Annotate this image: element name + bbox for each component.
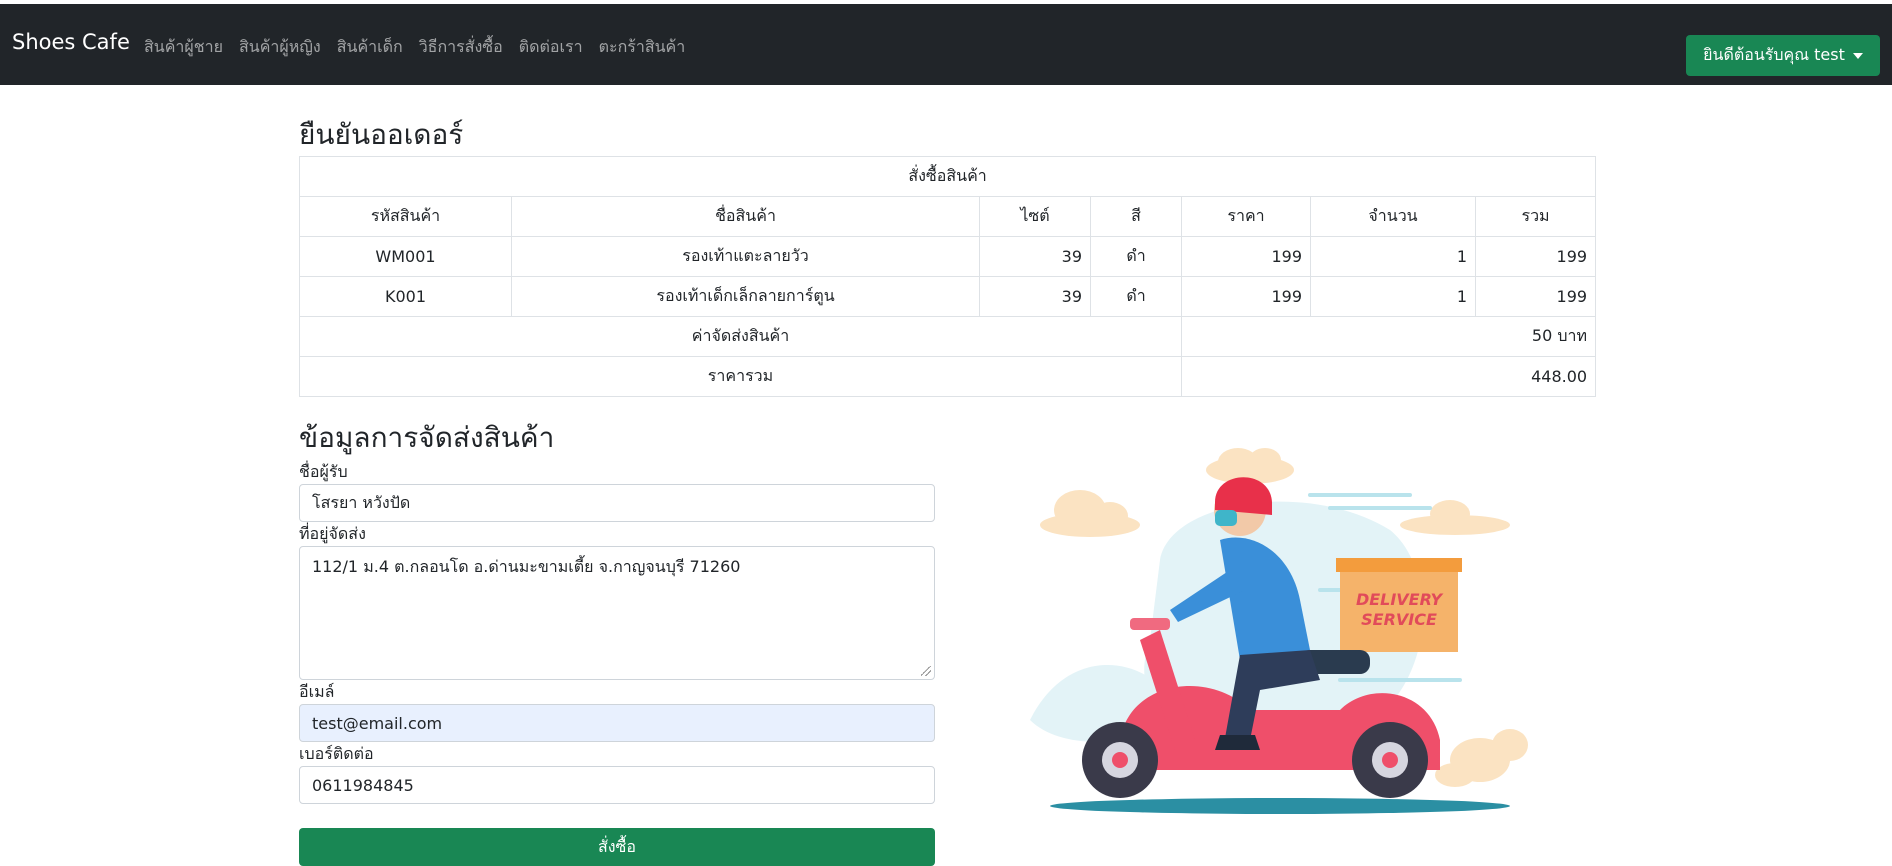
address-value: 112/1 ม.4 ต.กลอนโด อ.ด่านมะขามเตี้ย จ.กา…	[312, 557, 741, 576]
email-value: test@email.com	[312, 713, 443, 733]
nav-links: สินค้าผู้ชาย สินค้าผู้หญิง สินค้าเด็ก วิ…	[144, 35, 685, 60]
header-total: รวม	[1474, 196, 1597, 237]
resize-handle-icon[interactable]	[921, 666, 931, 676]
shipping-fee-label: ค่าจัดส่งสินค้า	[299, 316, 1182, 357]
nav-link-women[interactable]: สินค้าผู้หญิง	[239, 35, 321, 60]
phone-value: 0611984845	[312, 775, 414, 795]
header-size: ไซต์	[979, 196, 1091, 237]
grand-total-value: 448.00	[1180, 356, 1597, 397]
phone-input[interactable]: 0611984845	[299, 766, 935, 804]
brand-logo[interactable]: Shoes Cafe	[12, 30, 130, 54]
cell-total: 199	[1474, 236, 1597, 277]
nav-link-men[interactable]: สินค้าผู้ชาย	[144, 35, 223, 60]
nav-link-how-to-order[interactable]: วิธีการสั่งซื้อ	[419, 35, 503, 60]
table-caption: สั่งซื้อสินค้า	[298, 156, 1597, 197]
cell-color: ดำ	[1090, 276, 1182, 317]
phone-label: เบอร์ติดต่อ	[299, 744, 374, 763]
nav-link-contact[interactable]: ติดต่อเรา	[519, 35, 583, 60]
email-input[interactable]: test@email.com	[299, 704, 935, 742]
table-row: WM001 รองเท้าแตะลายวัว 39 ดำ 199 1 199	[299, 236, 1597, 277]
order-table: สั่งซื้อสินค้า รหัสสินค้า ชื่อสินค้า ไซต…	[298, 156, 1597, 397]
header-product-code: รหัสสินค้า	[299, 196, 512, 237]
cell-size: 39	[979, 276, 1091, 317]
box-text-line2: SERVICE	[1361, 610, 1437, 629]
user-dropdown-button[interactable]: ยินดีต้อนรับคุณ test	[1686, 35, 1880, 76]
header-product-name: ชื่อสินค้า	[511, 196, 980, 237]
shipping-section-title: ข้อมูลการจัดส่งสินค้า	[299, 421, 555, 454]
recipient-name-input[interactable]: โสรยา หวังปัด	[299, 484, 935, 522]
address-label: ที่อยู่จัดส่ง	[299, 524, 366, 543]
cell-size: 39	[979, 236, 1091, 277]
cell-product-code: WM001	[299, 236, 512, 277]
grand-total-label: ราคารวม	[299, 356, 1182, 397]
recipient-name-value: โสรยา หวังปัด	[312, 492, 411, 512]
nav-link-kids[interactable]: สินค้าเด็ก	[337, 35, 403, 60]
grand-total-row: ราคารวม 448.00	[299, 356, 1597, 397]
page-title: ยืนยันออเดอร์	[299, 118, 464, 151]
address-textarea[interactable]: 112/1 ม.4 ต.กลอนโด อ.ด่านมะขามเตี้ย จ.กา…	[299, 546, 935, 680]
navbar: Shoes Cafe สินค้าผู้ชาย สินค้าผู้หญิง สิ…	[0, 4, 1892, 85]
box-text-line1: DELIVERY	[1356, 590, 1444, 609]
caret-down-icon	[1852, 52, 1863, 59]
shipping-fee-row: ค่าจัดส่งสินค้า 50 บาท	[299, 316, 1597, 357]
cell-product-name: รองเท้าแตะลายวัว	[511, 236, 980, 277]
cell-quantity: 1	[1310, 236, 1476, 277]
header-color: สี	[1090, 196, 1182, 237]
cell-quantity: 1	[1310, 276, 1476, 317]
cell-color: ดำ	[1090, 236, 1182, 277]
header-quantity: จำนวน	[1310, 196, 1476, 237]
cell-total: 199	[1474, 276, 1597, 317]
table-row: K001 รองเท้าเด็กเล็กลายการ์ตูน 39 ดำ 199…	[299, 276, 1597, 317]
nav-link-cart[interactable]: ตะกร้าสินค้า	[599, 35, 686, 60]
shipping-form: ชื่อผู้รับ โสรยา หวังปัด ที่อยู่จัดส่ง 1…	[299, 460, 935, 804]
table-header-row: รหัสสินค้า ชื่อสินค้า ไซต์ สี ราคา จำนวน…	[299, 196, 1597, 237]
table-caption-row: สั่งซื้อสินค้า	[298, 156, 1597, 197]
user-dropdown-label: ยินดีต้อนรับคุณ test	[1703, 45, 1845, 64]
header-price: ราคา	[1181, 196, 1311, 237]
delivery-scooter-illustration: DELIVERY SERVICE	[1030, 448, 1528, 814]
order-submit-button[interactable]: สั่งซื้อ	[299, 828, 935, 866]
email-label: อีเมล์	[299, 682, 335, 701]
recipient-name-label: ชื่อผู้รับ	[299, 462, 348, 481]
cell-price: 199	[1181, 276, 1311, 317]
cell-product-name: รองเท้าเด็กเล็กลายการ์ตูน	[511, 276, 980, 317]
cell-price: 199	[1181, 236, 1311, 277]
shipping-fee-value: 50 บาท	[1180, 316, 1597, 357]
cell-product-code: K001	[299, 276, 512, 317]
